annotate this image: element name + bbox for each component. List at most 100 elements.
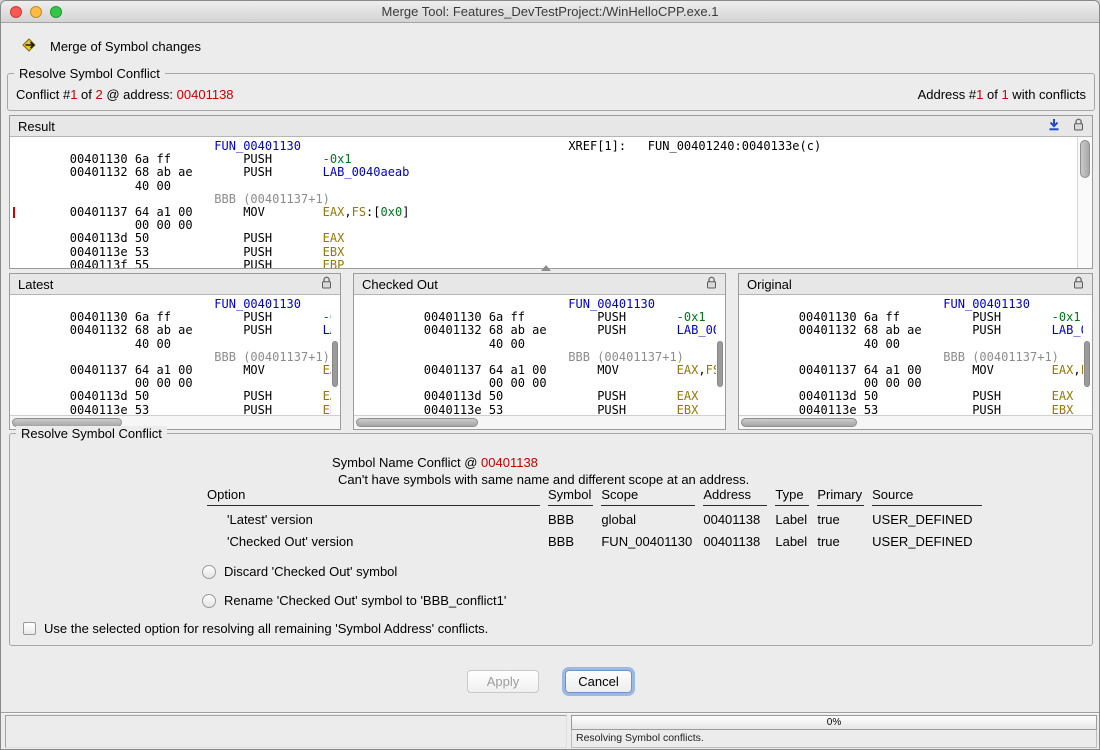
original-vertical-scrollbar[interactable] bbox=[1083, 295, 1092, 415]
asm-token: 00 00 00 bbox=[12, 218, 193, 232]
listing-cursor bbox=[13, 207, 15, 218]
result-panel: Result bbox=[9, 115, 1093, 269]
asm-token: , bbox=[1073, 363, 1080, 377]
result-listing[interactable]: FUN_00401130 XREF[1]: FUN_00401240:00401… bbox=[10, 137, 1077, 268]
conflict-table-header: Option bbox=[207, 485, 540, 506]
cancel-button[interactable]: Cancel bbox=[565, 670, 632, 693]
apply-to-all-checkbox[interactable] bbox=[23, 622, 36, 635]
latest-listing[interactable]: FUN_00401130 XREF[1]: FUN_00401240:00401… bbox=[10, 295, 331, 415]
asm-token bbox=[301, 297, 331, 311]
asm-token: EBX bbox=[1052, 403, 1074, 416]
asm-token: 40 00 bbox=[366, 337, 525, 351]
asm-token: FUN_00401240:0040133e(c) bbox=[648, 139, 821, 153]
conflict-table-cell: 'Checked Out' version bbox=[207, 528, 540, 550]
result-vertical-scrollbar[interactable] bbox=[1077, 137, 1092, 268]
latest-vertical-scrollbar[interactable] bbox=[331, 295, 340, 415]
lock-icon[interactable] bbox=[706, 276, 717, 292]
conflict-table-cell: Label bbox=[775, 528, 809, 550]
asm-token bbox=[366, 350, 568, 364]
zoom-button[interactable] bbox=[50, 6, 62, 18]
asm-token: EBX bbox=[323, 403, 331, 416]
status-right-panel: 0% Resolving Symbol conflicts. bbox=[571, 715, 1097, 748]
asm-token: LAB_0040aeab bbox=[1052, 323, 1083, 337]
conflict-table-row: 'Checked Out' versionBBBFUN_004011300040… bbox=[207, 528, 982, 550]
asm-token: 00401132 68 ab ae PUSH bbox=[366, 323, 677, 337]
progress-percent: 0% bbox=[827, 717, 841, 728]
merge-icon bbox=[21, 37, 39, 56]
jump-to-bottom-icon[interactable] bbox=[1048, 118, 1060, 134]
asm-token: LAB_0040aeab bbox=[323, 165, 410, 179]
asm-token: ] bbox=[402, 205, 409, 219]
asm-token: EAX bbox=[323, 389, 331, 403]
merge-header-title: Merge of Symbol changes bbox=[50, 39, 201, 54]
checked-out-listing-area[interactable]: FUN_00401130 XREF[1]: FUN_00401240:00401… bbox=[354, 295, 725, 415]
checked-out-horizontal-scrollbar[interactable] bbox=[354, 415, 725, 429]
original-listing-area[interactable]: FUN_00401130 XREF[1]: FUN_00401240:00401… bbox=[739, 295, 1092, 415]
rename-radio[interactable] bbox=[202, 594, 216, 608]
asm-token: FUN_00401130 bbox=[214, 139, 301, 153]
conflict-table-cell: 'Latest' version bbox=[207, 506, 540, 528]
asm-token: EBX bbox=[677, 403, 699, 416]
asm-token: 00401137 64 a1 00 MOV bbox=[12, 205, 323, 219]
close-button[interactable] bbox=[10, 6, 22, 18]
result-listing-area[interactable]: FUN_00401130 XREF[1]: FUN_00401240:00401… bbox=[10, 137, 1092, 268]
checked-out-listing[interactable]: FUN_00401130 XREF[1]: FUN_00401240:00401… bbox=[354, 295, 716, 415]
splitter-collapse-handle[interactable] bbox=[541, 265, 551, 271]
asm-token: EAX bbox=[323, 205, 345, 219]
conflict-table-cell: 00401138 bbox=[703, 506, 767, 528]
asm-token: BBB (00401137+1) bbox=[214, 350, 330, 364]
latest-panel-title: Latest bbox=[18, 277, 321, 292]
asm-token: 0040113e 53 PUSH bbox=[12, 403, 323, 416]
original-horizontal-scrollbar-thumb[interactable] bbox=[741, 418, 857, 427]
result-vertical-scrollbar-thumb[interactable] bbox=[1080, 140, 1090, 178]
checked-out-vertical-scrollbar-thumb[interactable] bbox=[717, 341, 723, 387]
minimize-button[interactable] bbox=[30, 6, 42, 18]
original-listing[interactable]: FUN_00401130 XREF[1]: FUN_00401240:00401… bbox=[739, 295, 1083, 415]
asm-token: 0040113e 53 PUSH bbox=[741, 403, 1052, 416]
asm-token: 40 00 bbox=[12, 337, 171, 351]
asm-token: 00 00 00 bbox=[12, 376, 193, 390]
asm-token: 0040113e 53 PUSH bbox=[366, 403, 677, 416]
asm-token: 0040113e 53 PUSH bbox=[12, 245, 323, 259]
original-horizontal-scrollbar[interactable] bbox=[739, 415, 1092, 429]
conflict-table-header-row: OptionSymbolScopeAddressTypePrimarySourc… bbox=[207, 485, 982, 506]
apply-button[interactable]: Apply bbox=[467, 670, 539, 693]
asm-token: 40 00 bbox=[12, 179, 171, 193]
asm-token bbox=[12, 297, 214, 311]
conflict-table-row: 'Latest' versionBBBglobal00401138Labeltr… bbox=[207, 506, 982, 528]
asm-token: 0040113d 50 PUSH bbox=[12, 389, 323, 403]
checked-out-horizontal-scrollbar-thumb[interactable] bbox=[356, 418, 478, 427]
asm-token: FUN_00401130 bbox=[568, 297, 655, 311]
latest-vertical-scrollbar-thumb[interactable] bbox=[332, 341, 338, 387]
asm-token: EAX bbox=[323, 363, 331, 377]
discard-radio-label[interactable]: Discard 'Checked Out' symbol bbox=[224, 564, 397, 579]
asm-token: 00401137 64 a1 00 MOV bbox=[12, 363, 323, 377]
asm-token: 0040113d 50 PUSH bbox=[12, 231, 323, 245]
asm-token: -0x1 bbox=[1052, 310, 1081, 324]
titlebar[interactable]: Merge Tool: Features_DevTestProject:/Win… bbox=[1, 1, 1099, 23]
discard-radio[interactable] bbox=[202, 565, 216, 579]
asm-token: EBP bbox=[323, 258, 345, 268]
lock-icon[interactable] bbox=[321, 276, 332, 292]
result-panel-title: Result bbox=[18, 119, 1048, 134]
lock-icon[interactable] bbox=[1073, 118, 1084, 134]
conflict-table-cell: Label bbox=[775, 506, 809, 528]
conflict-headline: Symbol Name Conflict @ 00401138 bbox=[332, 455, 538, 470]
asm-token: EAX bbox=[677, 389, 699, 403]
apply-to-all-row: Use the selected option for resolving al… bbox=[23, 621, 488, 636]
conflict-table-cell: global bbox=[601, 506, 695, 528]
original-vertical-scrollbar-thumb[interactable] bbox=[1084, 341, 1090, 387]
asm-token bbox=[366, 297, 568, 311]
checked-out-vertical-scrollbar[interactable] bbox=[716, 295, 725, 415]
conflict-table-header: Address bbox=[703, 485, 767, 506]
asm-token: BBB (00401137+1) bbox=[214, 192, 330, 206]
asm-token bbox=[626, 139, 648, 153]
asm-token: EAX bbox=[1052, 363, 1074, 377]
traffic-lights bbox=[10, 6, 62, 18]
latest-listing-area[interactable]: FUN_00401130 XREF[1]: FUN_00401240:00401… bbox=[10, 295, 340, 415]
asm-token: 0040113d 50 PUSH bbox=[366, 389, 677, 403]
rename-radio-label[interactable]: Rename 'Checked Out' symbol to 'BBB_conf… bbox=[224, 593, 506, 608]
apply-to-all-checkbox-label[interactable]: Use the selected option for resolving al… bbox=[44, 621, 488, 636]
asm-token: EAX bbox=[1052, 389, 1074, 403]
lock-icon[interactable] bbox=[1073, 276, 1084, 292]
